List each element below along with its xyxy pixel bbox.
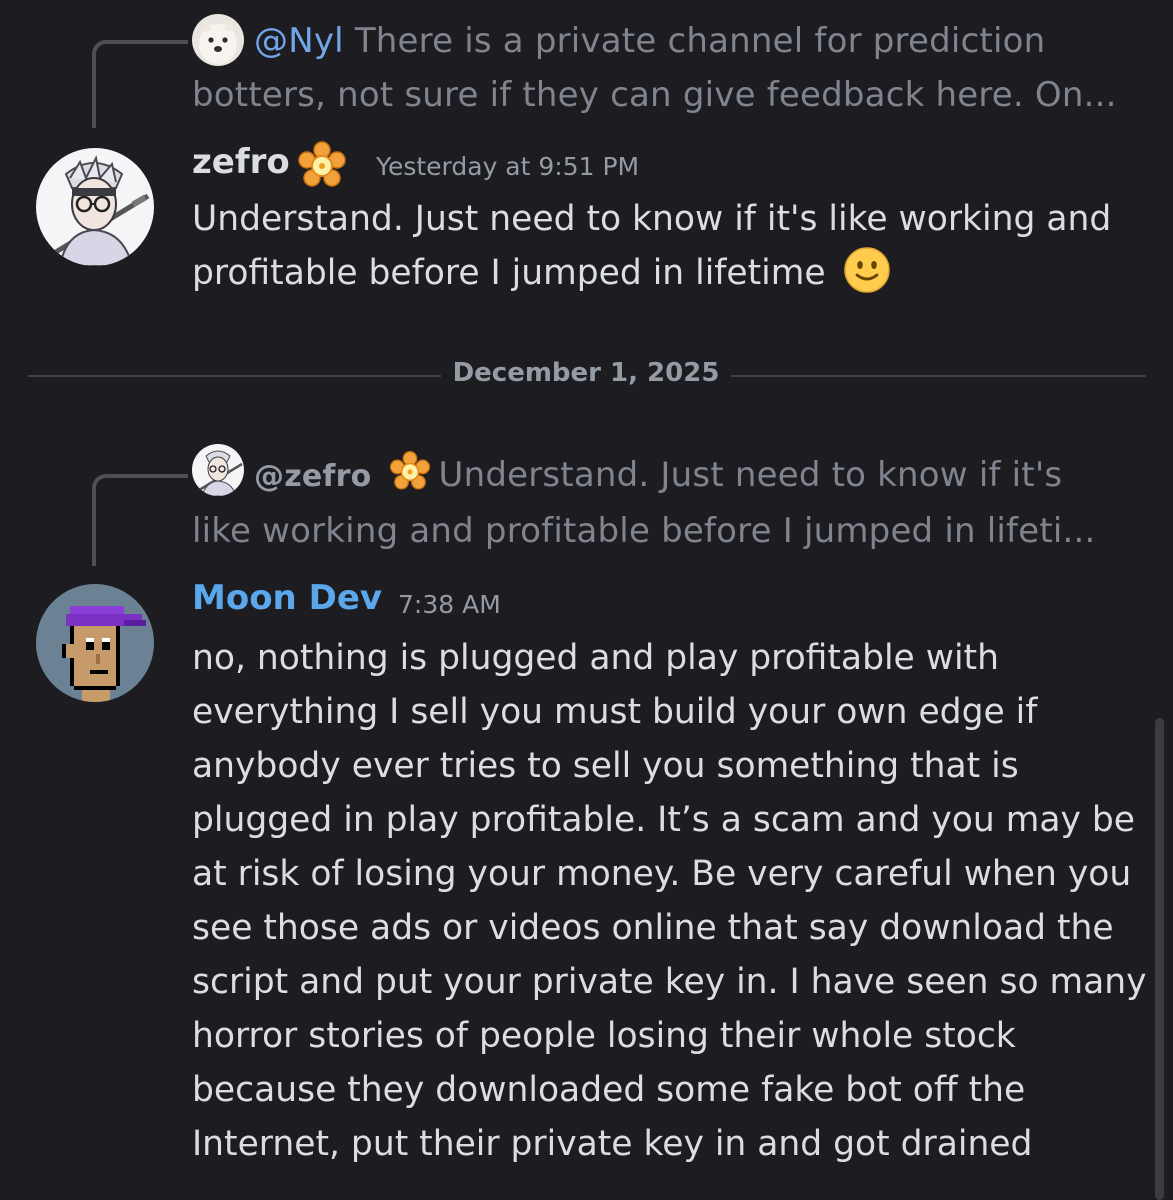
reply-mention[interactable]: @zefro (254, 459, 371, 494)
flower-badge-icon (296, 140, 348, 192)
reply-spine (92, 40, 188, 128)
reply-preview-line1: Understand. Just need to know if it's (438, 455, 1063, 495)
message-content: no, nothing is plugged and play profitab… (192, 638, 1147, 1164)
scrollbar-thumb[interactable] (1155, 718, 1164, 1200)
message-content: Understand. Just need to know if it's li… (192, 192, 1147, 300)
reply-mention[interactable]: @Nyl (254, 21, 344, 61)
reply-preview[interactable]: @zefro Understand. Just need to know if … (192, 448, 1142, 504)
message-timestamp[interactable]: 7:38 AM (398, 590, 501, 619)
reply-preview-line2[interactable]: botters, not sure if they can give feedb… (192, 68, 1142, 123)
divider-line-right (731, 375, 1146, 377)
reply-preview-line2[interactable]: like working and profitable before I jum… (192, 504, 1142, 559)
avatar-moon-dev[interactable] (36, 584, 154, 702)
author-name-zefro[interactable]: zefro (192, 142, 290, 182)
avatar-zefro[interactable] (36, 148, 154, 266)
reply-preview-line1: There is a private channel for predictio… (354, 21, 1046, 61)
reply-preview[interactable]: @Nyl There is a private channel for pred… (192, 14, 1142, 69)
flower-badge-icon (388, 450, 432, 494)
date-divider: December 1, 2025 (452, 358, 720, 388)
message-timestamp[interactable]: Yesterday at 9:51 PM (376, 152, 639, 181)
slightly-smiling-face-icon (843, 246, 891, 294)
message-line: Understand. Just need to know if it's li… (192, 199, 1112, 239)
message-line: profitable before I jumped in lifetime (192, 253, 826, 293)
divider-line-left (28, 375, 441, 377)
reply-spine (92, 474, 188, 566)
author-name-moon-dev[interactable]: Moon Dev (192, 578, 382, 618)
